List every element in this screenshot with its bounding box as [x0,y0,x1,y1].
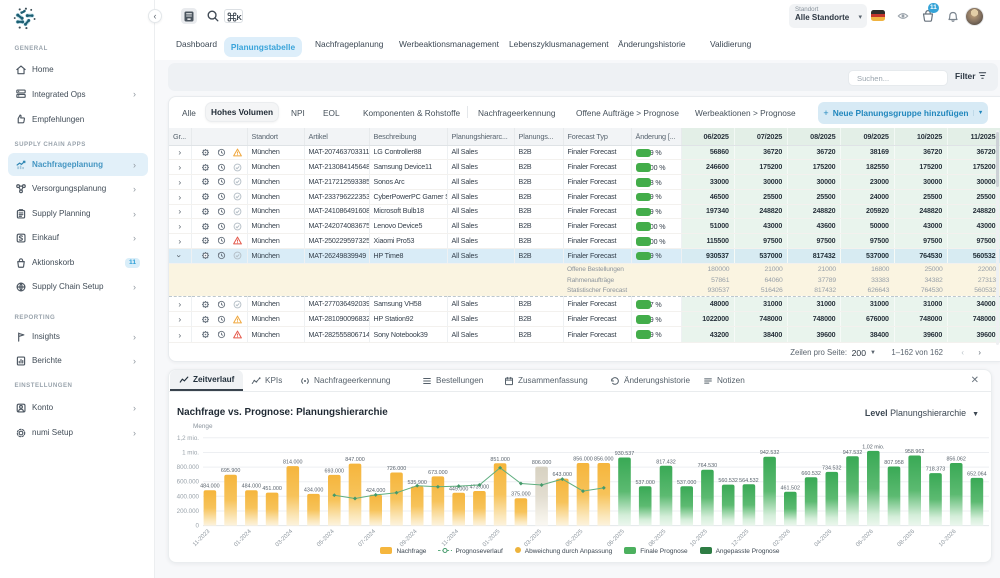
svg-text:06-2025: 06-2025 [606,528,626,548]
svg-text:10-2025: 10-2025 [689,528,709,548]
svg-text:06-2026: 06-2026 [855,528,875,548]
svg-text:800.000: 800.000 [177,464,200,471]
svg-text:03-2024: 03-2024 [275,528,295,548]
svg-text:1 mio.: 1 mio. [182,450,199,457]
svg-text:734.532: 734.532 [822,465,842,471]
svg-text:K: K [237,13,243,22]
svg-text:12-2025: 12-2025 [731,528,751,548]
svg-text:0: 0 [196,523,200,530]
svg-text:673.000: 673.000 [428,470,448,476]
svg-text:856.062: 856.062 [946,457,966,463]
svg-text:400.000: 400.000 [177,493,200,500]
svg-text:1,02 mio.: 1,02 mio. [862,444,884,450]
svg-text:726.000: 726.000 [387,466,407,472]
svg-text:01-2024: 01-2024 [233,528,253,548]
svg-text:484.000: 484.000 [242,484,262,490]
svg-text:05-2024: 05-2024 [316,528,336,548]
svg-text:08-2026: 08-2026 [897,528,917,548]
svg-text:461.502: 461.502 [781,485,801,491]
svg-text:947.532: 947.532 [843,450,863,456]
svg-text:09-2024: 09-2024 [399,528,419,548]
svg-text:652.064: 652.064 [967,471,987,477]
svg-text:814.000: 814.000 [283,460,303,466]
svg-text:02-2026: 02-2026 [772,528,792,548]
svg-text:11-2024: 11-2024 [441,528,461,548]
svg-text:07-2024: 07-2024 [358,528,378,548]
svg-text:01-2025: 01-2025 [482,528,502,548]
svg-text:856.000: 856.000 [594,457,614,463]
svg-text:03-2025: 03-2025 [523,528,543,548]
svg-text:564.532: 564.532 [739,478,759,484]
svg-text:08-2025: 08-2025 [648,528,668,548]
svg-text:718.373: 718.373 [926,467,946,473]
svg-text:434.000: 434.000 [304,487,324,493]
svg-text:04-2026: 04-2026 [814,528,834,548]
svg-text:560.532: 560.532 [718,478,738,484]
svg-text:537.000: 537.000 [677,480,697,486]
svg-text:693.000: 693.000 [325,468,345,474]
svg-text:200.000: 200.000 [177,508,200,515]
svg-text:806.000: 806.000 [532,460,552,466]
svg-text:537.000: 537.000 [635,480,655,486]
svg-text:05-2025: 05-2025 [565,528,585,548]
svg-text:695.900: 695.900 [221,468,241,474]
svg-text:10-2026: 10-2026 [938,528,958,548]
svg-text:1,2 mio.: 1,2 mio. [177,435,199,442]
svg-text:484.000: 484.000 [200,484,220,490]
svg-text:807.958: 807.958 [884,460,904,466]
svg-text:660.532: 660.532 [801,471,821,477]
svg-text:451.000: 451.000 [262,486,282,492]
svg-text:958.962: 958.962 [905,449,925,455]
svg-text:856.000: 856.000 [573,457,593,463]
svg-text:817.432: 817.432 [656,459,676,465]
svg-text:942.532: 942.532 [760,450,780,456]
svg-text:11-2023: 11-2023 [192,528,212,548]
svg-text:847.000: 847.000 [345,457,365,463]
svg-text:764.530: 764.530 [698,463,718,469]
svg-text:930.537: 930.537 [615,451,635,457]
svg-text:851.000: 851.000 [490,457,510,463]
svg-text:600.000: 600.000 [177,479,200,486]
svg-text:375.000: 375.000 [511,492,531,498]
